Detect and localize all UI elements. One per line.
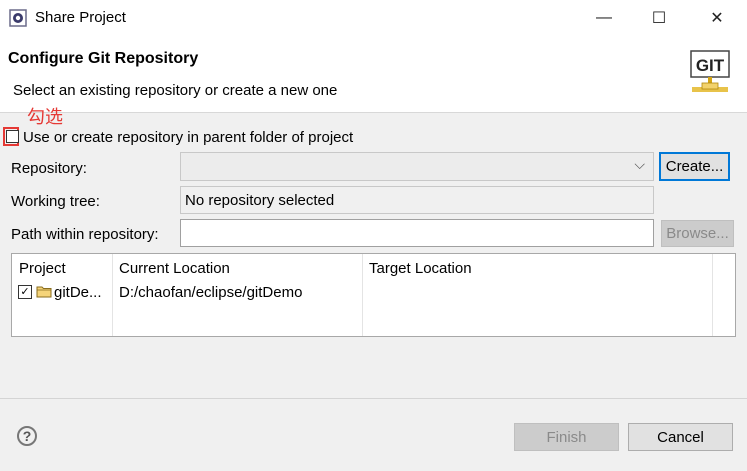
projects-table: Project Current Location Target Location… — [11, 253, 736, 337]
wizard-header: Configure Git Repository Select an exist… — [0, 36, 747, 113]
column-header-current-location[interactable]: Current Location — [119, 260, 230, 277]
project-name: gitDe... — [54, 284, 102, 301]
git-logo-icon: GIT — [690, 50, 730, 92]
current-location: D:/chaofan/eclipse/gitDemo — [119, 284, 303, 301]
maximize-icon[interactable]: ☐ — [636, 0, 682, 36]
cancel-button[interactable]: Cancel — [628, 423, 733, 451]
working-tree-field: No repository selected — [180, 186, 654, 214]
help-icon[interactable]: ? — [17, 426, 37, 446]
create-button[interactable]: Create... — [659, 152, 730, 181]
title-bar: Share Project — ☐ ✕ — [0, 0, 747, 36]
page-description: Select an existing repository or create … — [13, 82, 338, 99]
path-label: Path within repository: — [11, 226, 159, 243]
table-row[interactable]: ✓ gitDe... D:/chaofan/eclipse/gitDemo — [12, 280, 735, 302]
browse-button[interactable]: Browse... — [661, 220, 734, 247]
close-icon[interactable]: ✕ — [694, 0, 740, 36]
parent-folder-label[interactable]: Use or create repository in parent folde… — [23, 129, 353, 146]
row-checkbox[interactable]: ✓ — [18, 285, 32, 299]
finish-button[interactable]: Finish — [514, 423, 619, 451]
repository-combo[interactable]: ⌵ — [180, 152, 654, 181]
chevron-down-icon: ⌵ — [634, 156, 645, 172]
annotation-text: 勾选 — [27, 107, 63, 128]
repository-label: Repository: — [11, 160, 87, 177]
folder-icon — [36, 286, 52, 298]
parent-folder-checkbox[interactable] — [6, 130, 19, 143]
column-header-project[interactable]: Project — [19, 260, 66, 277]
page-title: Configure Git Repository — [8, 50, 199, 67]
path-input[interactable] — [180, 219, 654, 247]
window-title: Share Project — [35, 9, 126, 26]
footer-divider — [0, 398, 747, 399]
working-tree-label: Working tree: — [11, 193, 100, 210]
eclipse-app-icon — [9, 9, 27, 27]
minimize-icon[interactable]: — — [581, 0, 627, 36]
git-logo-text: GIT — [696, 56, 725, 75]
column-header-target-location[interactable]: Target Location — [369, 260, 472, 277]
